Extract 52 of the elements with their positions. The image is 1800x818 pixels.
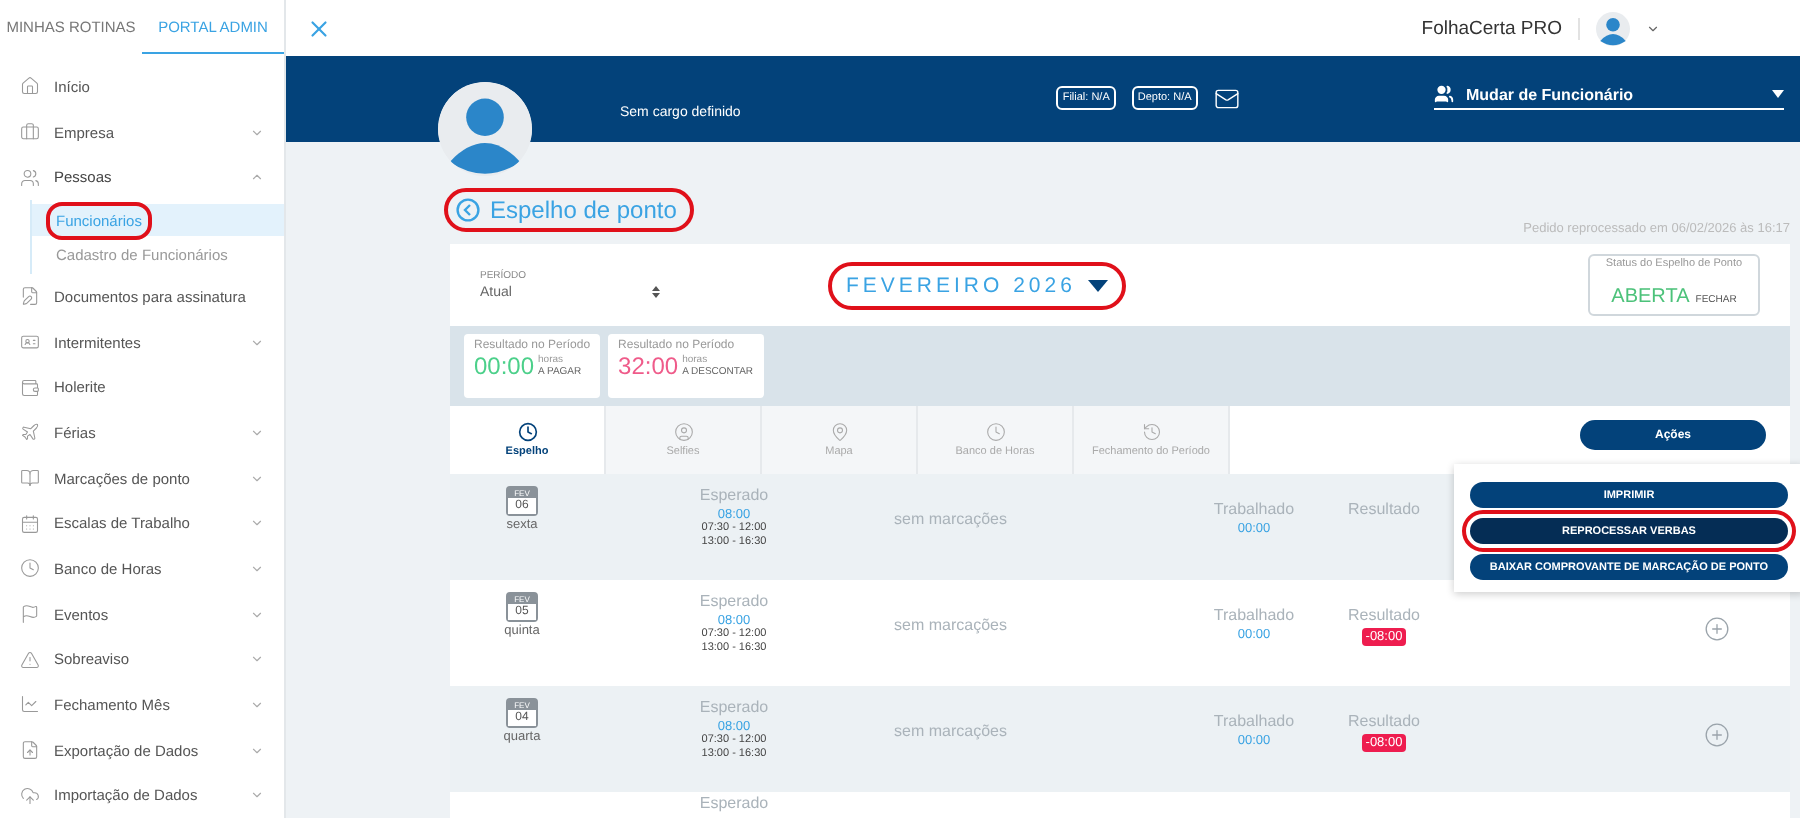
worked-label: Trabalhado (1213, 606, 1295, 624)
users-icon (20, 167, 40, 188)
briefcase-icon (20, 122, 40, 142)
marks-text: sem marcações (892, 510, 1009, 528)
switcher-label: Mudar de Funcionário (1466, 85, 1636, 103)
add-icon[interactable] (1704, 722, 1730, 748)
document-pen-icon (20, 286, 40, 307)
expected-label: Esperado (699, 794, 769, 812)
flag-icon (20, 604, 40, 625)
cloud-upload-icon (20, 785, 40, 806)
caret-icon (1087, 279, 1108, 291)
result-label: Resultado (1347, 500, 1421, 518)
warning-icon (20, 649, 40, 670)
expected-label: Esperado (699, 698, 769, 716)
worked-label: Trabalhado (1213, 712, 1295, 730)
marks-text: sem marcações (892, 722, 1009, 740)
close-icon[interactable] (306, 15, 332, 41)
worked-label: Trabalhado (1213, 500, 1295, 518)
history-icon (1141, 422, 1161, 442)
mail-icon[interactable] (1213, 86, 1240, 112)
calendar-icon (20, 513, 40, 534)
clock-icon (20, 558, 40, 579)
employee-avatar (438, 82, 532, 176)
employee-switcher[interactable]: Mudar de Funcionário (1434, 84, 1784, 110)
user-avatar-icon (1596, 11, 1630, 45)
clock-icon (985, 422, 1005, 442)
airplane-icon (20, 422, 40, 443)
caret-icon (1772, 90, 1784, 98)
id-card-icon (20, 332, 40, 353)
product-name: FolhaCerta PRO (1421, 17, 1580, 39)
users-icon (1434, 84, 1454, 104)
expected-label: Esperado (699, 486, 769, 504)
caret-icon[interactable] (1646, 21, 1660, 35)
user-circle-icon (673, 422, 693, 442)
result-value: 00:00 (474, 352, 535, 380)
wallet-icon (20, 377, 40, 398)
house-icon (20, 76, 40, 97)
back-icon[interactable] (456, 198, 480, 222)
result-value: 32:00 (618, 352, 679, 380)
add-icon[interactable] (1704, 616, 1730, 642)
title-text: Espelho de ponto (490, 196, 677, 224)
result-label: Resultado (1347, 606, 1421, 624)
marks-text: sem marcações (892, 616, 1009, 634)
file-upload-icon (20, 740, 40, 761)
expected-label: Esperado (699, 592, 769, 610)
map-pin-icon (829, 422, 849, 442)
clock-list-icon (517, 422, 537, 442)
sort-icon (652, 286, 660, 298)
chart-icon (20, 694, 40, 715)
result-label: Resultado (1347, 712, 1421, 730)
status-value: ABERTA (1611, 286, 1690, 308)
book-icon (20, 468, 40, 489)
